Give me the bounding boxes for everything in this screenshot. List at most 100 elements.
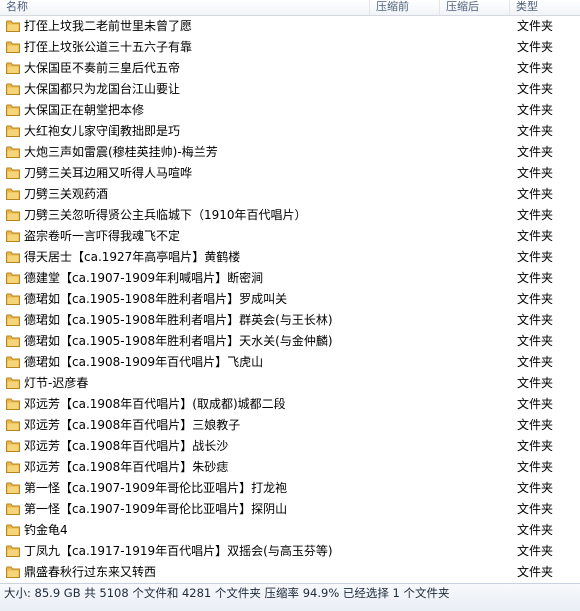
item-name: 打侄上坟张公道三十五六子有靠	[24, 40, 193, 54]
folder-icon	[6, 188, 20, 200]
item-name: 刀劈三关耳边厢又听得人马喧哗	[24, 166, 193, 180]
list-item[interactable]: 邓远芳【ca.1908年百代唱片】战长沙 文件夹	[0, 436, 580, 457]
list-item[interactable]: 刀劈三关观药酒 文件夹	[0, 184, 580, 205]
list-item[interactable]: 德建堂【ca.1907-1909年利喊唱片】断密涧 文件夹	[0, 268, 580, 289]
item-type: 文件夹	[517, 397, 554, 411]
list-item[interactable]: 第一怪【ca.1907-1909年哥伦比亚唱片】探阴山 文件夹	[0, 499, 580, 520]
list-item[interactable]: 丁凤九【ca.1917-1919年百代唱片】双摇会(与高玉芬等) 文件夹	[0, 541, 580, 562]
item-name: 盗宗卷听一言吓得我魂飞不定	[24, 229, 181, 243]
item-name: 刀劈三关观药酒	[24, 187, 109, 201]
item-name: 邓远芳【ca.1908年百代唱片】三娘教子	[24, 418, 241, 432]
item-type: 文件夹	[517, 292, 554, 306]
item-type: 文件夹	[517, 502, 554, 516]
item-type: 文件夹	[517, 124, 554, 138]
list-item[interactable]: 刀劈三关忽听得贤公主兵临城下（1910年百代唱片） 文件夹	[0, 205, 580, 226]
item-name: 邓远芳【ca.1908年百代唱片】战长沙	[24, 439, 229, 453]
list-item[interactable]: 德珺如【ca.1905-1908年胜利者唱片】群英会(与王长林) 文件夹	[0, 310, 580, 331]
item-name: 第一怪【ca.1907-1909年哥伦比亚唱片】探阴山	[24, 502, 288, 516]
list-item[interactable]: 钓金龟4 文件夹	[0, 520, 580, 541]
list-item[interactable]: 德珺如【ca.1905-1908年胜利者唱片】天水关(与金仲麟) 文件夹	[0, 331, 580, 352]
folder-icon	[6, 440, 20, 452]
folder-icon	[6, 335, 20, 347]
item-name: 邓远芳【ca.1908年百代唱片】(取成都)城都二段	[24, 397, 286, 411]
item-name: 钓金龟4	[24, 523, 68, 537]
folder-icon	[6, 524, 20, 536]
folder-icon	[6, 62, 20, 74]
item-name: 大保国都只为龙国台江山要让	[24, 82, 181, 96]
folder-icon	[6, 293, 20, 305]
folder-icon	[6, 419, 20, 431]
list-item[interactable]: 大保国臣不奏前三皇后代五帝 文件夹	[0, 58, 580, 79]
list-item[interactable]: 灯节-迟彦春 文件夹	[0, 373, 580, 394]
list-item[interactable]: 打侄上坟张公道三十五六子有靠 文件夹	[0, 37, 580, 58]
item-type: 文件夹	[517, 145, 554, 159]
folder-icon	[6, 503, 20, 515]
list-item[interactable]: 打侄上坟我二老前世里未曾了愿 文件夹	[0, 16, 580, 37]
list-item[interactable]: 盗宗卷听一言吓得我魂飞不定 文件夹	[0, 226, 580, 247]
folder-icon	[6, 20, 20, 32]
item-type: 文件夹	[517, 355, 554, 369]
folder-icon	[6, 41, 20, 53]
item-type: 文件夹	[517, 40, 554, 54]
item-type: 文件夹	[517, 481, 554, 495]
item-name: 鼎盛春秋行过东来又转西	[24, 565, 157, 579]
folder-icon	[6, 398, 20, 410]
list-item[interactable]: 大红袍女儿家守闺教拙即是巧 文件夹	[0, 121, 580, 142]
item-type: 文件夹	[517, 334, 554, 348]
folder-icon	[6, 146, 20, 158]
item-name: 大保国正在朝堂把本修	[24, 103, 145, 117]
item-type: 文件夹	[517, 376, 554, 390]
folder-icon	[6, 545, 20, 557]
item-type: 文件夹	[517, 187, 554, 201]
item-type: 文件夹	[517, 208, 554, 222]
item-name: 大保国臣不奏前三皇后代五帝	[24, 61, 181, 75]
list-item[interactable]: 大保国正在朝堂把本修 文件夹	[0, 100, 580, 121]
folder-icon	[6, 251, 20, 263]
folder-icon	[6, 377, 20, 389]
folder-icon	[6, 272, 20, 284]
list-item[interactable]: 邓远芳【ca.1908年百代唱片】朱砂痣 文件夹	[0, 457, 580, 478]
item-type: 文件夹	[517, 229, 554, 243]
folder-icon	[6, 104, 20, 116]
folder-icon	[6, 566, 20, 578]
item-type: 文件夹	[517, 250, 554, 264]
status-bar: 大小: 85.9 GB 共 5108 个文件和 4281 个文件夹 压缩率 94…	[0, 583, 580, 611]
folder-icon	[6, 356, 20, 368]
item-type: 文件夹	[517, 271, 554, 285]
item-type: 文件夹	[517, 544, 554, 558]
list-item[interactable]: 鼎盛春秋行过东来又转西 文件夹	[0, 562, 580, 583]
list-item[interactable]: 德珺如【ca.1908-1909年百代唱片】飞虎山 文件夹	[0, 352, 580, 373]
list-item[interactable]: 邓远芳【ca.1908年百代唱片】(取成都)城都二段 文件夹	[0, 394, 580, 415]
item-name: 打侄上坟我二老前世里未曾了愿	[24, 19, 193, 33]
list-item[interactable]: 刀劈三关耳边厢又听得人马喧哗 文件夹	[0, 163, 580, 184]
column-header-size-before[interactable]: 压缩前	[370, 0, 440, 15]
list-item[interactable]: 得天居士【ca.1927年高亭唱片】黄鹤楼 文件夹	[0, 247, 580, 268]
item-type: 文件夹	[517, 460, 554, 474]
item-type: 文件夹	[517, 103, 554, 117]
column-header-size-after[interactable]: 压缩后	[440, 0, 510, 15]
list-item[interactable]: 大保国都只为龙国台江山要让 文件夹	[0, 79, 580, 100]
item-name: 大红袍女儿家守闺教拙即是巧	[24, 124, 181, 138]
column-header-type[interactable]: 类型	[510, 0, 580, 15]
list-item[interactable]: 邓远芳【ca.1908年百代唱片】三娘教子 文件夹	[0, 415, 580, 436]
item-name: 德珺如【ca.1905-1908年胜利者唱片】天水关(与金仲麟)	[24, 334, 333, 348]
item-name: 大炮三声如雷震(穆桂英挂帅)-梅兰芳	[24, 145, 218, 159]
item-type: 文件夹	[517, 19, 554, 33]
folder-icon	[6, 230, 20, 242]
file-list[interactable]: 打侄上坟我二老前世里未曾了愿 文件夹 打侄上坟张公道三十五六子有靠 文件夹 大保国臣不奏…	[0, 16, 580, 583]
item-type: 文件夹	[517, 82, 554, 96]
item-name: 德珺如【ca.1905-1908年胜利者唱片】群英会(与王长林)	[24, 313, 333, 327]
folder-icon	[6, 83, 20, 95]
item-type: 文件夹	[517, 166, 554, 180]
item-type: 文件夹	[517, 565, 554, 579]
item-type: 文件夹	[517, 439, 554, 453]
list-item[interactable]: 德珺如【ca.1905-1908年胜利者唱片】罗成叫关 文件夹	[0, 289, 580, 310]
list-item[interactable]: 大炮三声如雷震(穆桂英挂帅)-梅兰芳 文件夹	[0, 142, 580, 163]
item-name: 得天居士【ca.1927年高亭唱片】黄鹤楼	[24, 250, 241, 264]
item-name: 德珺如【ca.1905-1908年胜利者唱片】罗成叫关	[24, 292, 288, 306]
column-header-name[interactable]: 名称	[0, 0, 370, 15]
item-type: 文件夹	[517, 61, 554, 75]
item-type: 文件夹	[517, 523, 554, 537]
list-item[interactable]: 第一怪【ca.1907-1909年哥伦比亚唱片】打龙袍 文件夹	[0, 478, 580, 499]
item-name: 德珺如【ca.1908-1909年百代唱片】飞虎山	[24, 355, 264, 369]
